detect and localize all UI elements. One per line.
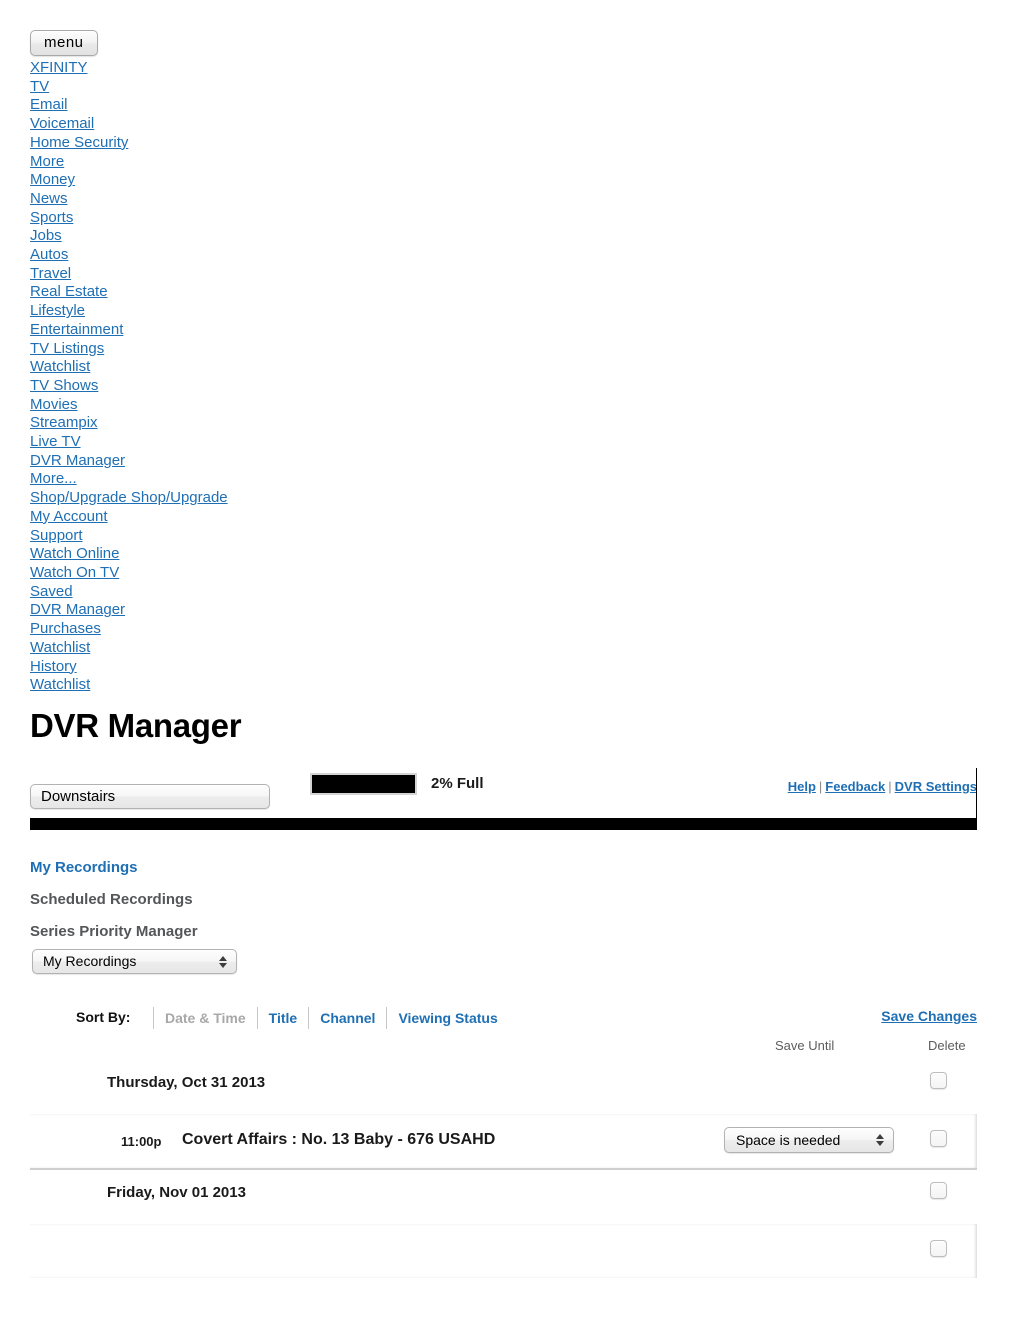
recording-group: Friday, Nov 01 2013 xyxy=(30,1170,977,1278)
nav-link-shop-upgrade-shop-upgrade[interactable]: Shop/Upgrade Shop/Upgrade xyxy=(30,489,228,508)
sort-option-list: Date & Time Title Channel Viewing Status xyxy=(153,1007,509,1029)
nav-link-list: XFINITY TV Email Voicemail Home Security More… xyxy=(30,59,1020,695)
nav-link-sports[interactable]: Sports xyxy=(30,209,73,228)
section-tab-my-recordings[interactable]: My Recordings xyxy=(30,852,138,884)
dvr-settings-link[interactable]: DVR Settings xyxy=(895,779,977,794)
nav-link-watchlist[interactable]: Watchlist xyxy=(30,639,90,658)
view-select[interactable]: My Recordings xyxy=(32,949,237,974)
save-changes-link[interactable]: Save Changes xyxy=(881,1008,977,1024)
delete-checkbox[interactable] xyxy=(930,1182,947,1199)
save-until-select-wrap[interactable]: Space is needed xyxy=(724,1127,894,1153)
nav-link-news[interactable]: News xyxy=(30,190,68,209)
nav-link-tv[interactable]: TV xyxy=(30,78,49,97)
sort-option-title[interactable]: Title xyxy=(256,1007,309,1029)
nav-link-tv-shows[interactable]: TV Shows xyxy=(30,377,98,396)
nav-link-more[interactable]: More... xyxy=(30,470,77,489)
delete-checkbox[interactable] xyxy=(930,1072,947,1089)
recording-list: Thursday, Oct 31 2013 11:00p Covert Affair… xyxy=(30,1060,977,1278)
storage-progress-fill xyxy=(312,774,415,793)
recording-row[interactable]: 11:00p Covert Affairs : No. 13 Baby - 676… xyxy=(30,1114,977,1169)
global-navigation: menu XFINITY TV Email Voicemail Home Securit… xyxy=(0,0,1020,695)
sort-option-channel[interactable]: Channel xyxy=(308,1007,386,1029)
nav-link-watchlist[interactable]: Watchlist xyxy=(30,358,90,377)
nav-link-purchases[interactable]: Purchases xyxy=(30,620,101,639)
storage-meter: 2% Full xyxy=(310,772,484,795)
storage-percent-label: 2% Full xyxy=(431,775,484,793)
nav-link-tv-listings[interactable]: TV Listings xyxy=(30,340,104,359)
recording-group-header: Friday, Nov 01 2013 xyxy=(30,1170,977,1224)
recording-row[interactable] xyxy=(30,1224,977,1278)
dvr-device-select[interactable]: Downstairs xyxy=(30,783,270,809)
nav-link-watch-online[interactable]: Watch Online xyxy=(30,545,119,564)
recording-time: 11:00p xyxy=(121,1134,162,1149)
nav-link-autos[interactable]: Autos xyxy=(30,246,68,265)
nav-link-home-security[interactable]: Home Security xyxy=(30,134,128,153)
column-headers: Save Until Delete xyxy=(0,1038,1020,1058)
nav-link-dvr-manager[interactable]: DVR Manager xyxy=(30,601,125,620)
section-divider-bar xyxy=(30,818,977,830)
link-separator: | xyxy=(888,778,892,794)
nav-link-history[interactable]: History xyxy=(30,658,77,677)
delete-checkbox[interactable] xyxy=(930,1130,947,1147)
nav-link-saved[interactable]: Saved xyxy=(30,583,73,602)
recording-title: Covert Affairs : No. 13 Baby - 676 USAHD xyxy=(182,1131,496,1148)
recording-group-date: Thursday, Oct 31 2013 xyxy=(107,1074,266,1091)
nav-link-watch-on-tv[interactable]: Watch On TV xyxy=(30,564,119,583)
nav-link-voicemail[interactable]: Voicemail xyxy=(30,115,94,134)
nav-link-xfinity[interactable]: XFINITY xyxy=(30,59,88,78)
nav-link-real-estate[interactable]: Real Estate xyxy=(30,283,108,302)
feedback-link[interactable]: Feedback xyxy=(825,779,885,794)
nav-link-jobs[interactable]: Jobs xyxy=(30,227,62,246)
sort-option-date-time: Date & Time xyxy=(153,1007,257,1029)
nav-link-email[interactable]: Email xyxy=(30,96,68,115)
column-header-delete: Delete xyxy=(928,1038,966,1053)
section-tab-list: My Recordings Scheduled Recordings Series … xyxy=(30,852,198,948)
nav-link-entertainment[interactable]: Entertainment xyxy=(30,321,123,340)
nav-link-travel[interactable]: Travel xyxy=(30,265,71,284)
nav-link-watchlist[interactable]: Watchlist xyxy=(30,676,90,695)
nav-link-my-account[interactable]: My Account xyxy=(30,508,108,527)
storage-progress-track xyxy=(310,772,417,795)
link-separator: | xyxy=(818,778,823,794)
utility-links: Help | Feedback | DVR Settings xyxy=(788,779,977,794)
sort-by-label: Sort By: xyxy=(76,1009,131,1025)
nav-link-live-tv[interactable]: Live TV xyxy=(30,433,81,452)
sort-option-viewing-status[interactable]: Viewing Status xyxy=(386,1007,508,1029)
nav-link-streampix[interactable]: Streampix xyxy=(30,414,98,433)
save-until-select[interactable]: Space is needed xyxy=(724,1127,894,1153)
recording-group-header: Thursday, Oct 31 2013 xyxy=(30,1060,977,1114)
delete-checkbox[interactable] xyxy=(930,1240,947,1257)
nav-link-support[interactable]: Support xyxy=(30,527,83,546)
sort-bar: Sort By: Date & Time Title Channel Viewing … xyxy=(0,1007,1020,1031)
nav-link-dvr-manager[interactable]: DVR Manager xyxy=(30,452,125,471)
column-header-save-until: Save Until xyxy=(775,1038,835,1053)
help-link[interactable]: Help xyxy=(788,779,816,794)
view-select-wrap[interactable]: My Recordings xyxy=(32,949,237,974)
recording-group: Thursday, Oct 31 2013 11:00p Covert Affair… xyxy=(30,1060,977,1169)
nav-link-more[interactable]: More xyxy=(30,153,64,172)
nav-link-money[interactable]: Money xyxy=(30,171,75,190)
section-tab-scheduled-recordings[interactable]: Scheduled Recordings xyxy=(30,884,193,916)
section-tab-series-priority-manager[interactable]: Series Priority Manager xyxy=(30,916,198,948)
menu-button[interactable]: menu xyxy=(30,30,98,56)
nav-link-movies[interactable]: Movies xyxy=(30,396,78,415)
page-title: DVR Manager xyxy=(30,706,242,744)
recording-group-date: Friday, Nov 01 2013 xyxy=(107,1184,246,1201)
nav-link-lifestyle[interactable]: Lifestyle xyxy=(30,302,85,321)
